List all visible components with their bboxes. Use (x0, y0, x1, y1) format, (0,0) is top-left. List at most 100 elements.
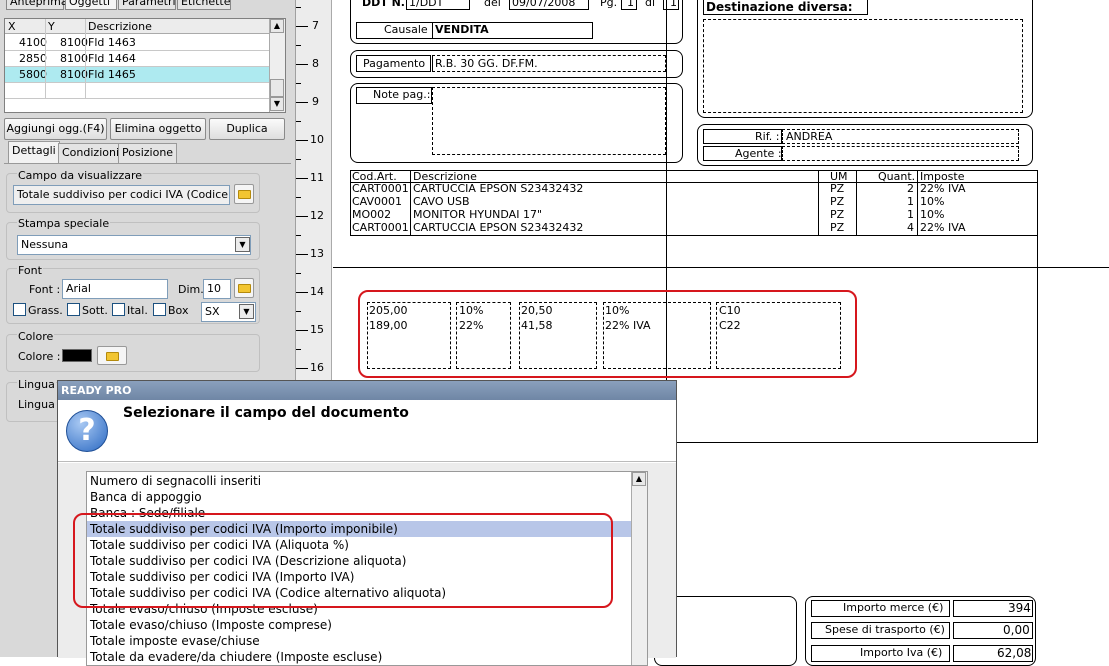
list-item[interactable]: Totale imposte evase/chiuse (90, 633, 260, 649)
cell-qty: 2 (907, 182, 914, 195)
col-y: Y (48, 20, 55, 33)
font-field[interactable]: Arial (62, 279, 168, 299)
top-tabs: Anteprima Oggetti Parametri Etichette (0, 0, 296, 10)
cell-desc: CARTUCCIA EPSON S23432432 (413, 182, 584, 195)
folder-icon[interactable] (234, 278, 254, 298)
ruler-label: 7 (312, 19, 319, 32)
list-item[interactable]: Banca di appoggio (90, 489, 202, 505)
color-swatch[interactable] (62, 349, 92, 362)
causale-label: Causale (384, 23, 428, 36)
cell-y: 8100 (60, 68, 88, 81)
total-label: Importo merce (€) (843, 601, 944, 614)
tab-parametri[interactable]: Parametri (118, 0, 176, 10)
table-col-line (856, 170, 857, 236)
campo-field[interactable]: Totale suddiviso per codici IVA (Codice (13, 185, 230, 205)
question-icon: ? (66, 410, 108, 452)
italic-checkbox[interactable] (112, 303, 125, 316)
list-item[interactable]: Totale evaso/chiuso (Imposte comprese) (90, 617, 332, 633)
ruler-tick (296, 102, 308, 103)
tab-etichette[interactable]: Etichette (177, 0, 231, 10)
scroll-down-icon[interactable]: ▼ (270, 97, 284, 111)
scroll-up-icon[interactable]: ▲ (632, 472, 646, 486)
grid-scrollbar[interactable]: ▲ ▼ (269, 19, 285, 112)
box-checkbox[interactable] (153, 303, 166, 316)
cell-desc: CAVO USB (413, 195, 470, 208)
cell-qty: 1 (907, 208, 914, 221)
underline-checkbox[interactable] (67, 303, 80, 316)
destinazione-field[interactable] (703, 19, 1023, 113)
underline-label: Sott. (82, 304, 108, 317)
tab-posizione[interactable]: Posizione (118, 143, 178, 163)
lingua-group-label: Lingua (17, 378, 56, 391)
dim-field[interactable]: 10 (203, 279, 231, 299)
field-divider (432, 22, 433, 39)
colore-label: Colore : (18, 350, 61, 363)
dialog-titlebar[interactable]: READY PRO (58, 381, 676, 400)
chevron-down-icon[interactable]: ▼ (235, 237, 250, 252)
ruler-tick (296, 216, 308, 217)
note-field[interactable] (432, 87, 666, 155)
cell-desc: CARTUCCIA EPSON S23432432 (413, 221, 584, 234)
ruler-label: 12 (310, 209, 324, 222)
del-label: del (484, 0, 501, 9)
tab-condizioni[interactable]: Condizioni (58, 143, 124, 163)
cell-um: PZ (830, 221, 845, 234)
ruler-tick (296, 349, 301, 350)
band-line (333, 267, 1109, 268)
cell-x: 2850 (19, 52, 47, 65)
ruler-tick (296, 140, 308, 141)
pg-value: 1 (627, 0, 634, 9)
list-item[interactable]: Numero di segnacolli inseriti (90, 473, 261, 489)
folder-icon[interactable] (97, 346, 127, 365)
table-col-line (917, 170, 918, 236)
cell-desc: Fld 1465 (88, 68, 136, 81)
tab-divider (4, 163, 291, 164)
total-value: 62,08 (997, 646, 1032, 660)
ruler-tick (296, 273, 301, 274)
bold-label: Grass. (28, 304, 63, 317)
pg-total: 1 (670, 0, 677, 9)
col-descrizione: Descrizione (88, 20, 152, 33)
cell-um: PZ (830, 182, 845, 195)
agente-field[interactable] (782, 146, 1019, 161)
dim-label: Dim. (178, 283, 204, 296)
cell-tax: 22% IVA (920, 182, 966, 195)
cell-x: 5800 (19, 68, 47, 81)
vertical-ruler: 7 8 9 10 11 12 13 14 15 16 (296, 0, 332, 380)
cell-um: PZ (830, 195, 845, 208)
objects-grid[interactable]: X Y Descrizione 4100 8100 Fld 1463 2850 … (4, 18, 286, 113)
list-item[interactable]: Totale da evadere/da chiudere (Imposte e… (90, 649, 382, 665)
ruler-tick (296, 197, 301, 198)
date-value: 09/07/2008 (512, 0, 576, 9)
stampa-label: Stampa speciale (17, 217, 111, 230)
ruler-tick (296, 292, 308, 293)
scroll-thumb[interactable] (270, 79, 284, 97)
table-col-line (818, 170, 819, 236)
ruler-tick (296, 368, 308, 369)
stampa-select[interactable]: Nessuna (17, 235, 251, 255)
add-object-button[interactable]: Aggiungi ogg.(F4) (4, 118, 107, 140)
destinazione-label: Destinazione diversa: (706, 0, 853, 14)
note-label: Note pag.: (373, 88, 431, 101)
ruler-tick (296, 254, 308, 255)
ruler-tick (296, 178, 308, 179)
tab-oggetti[interactable]: Oggetti (65, 0, 117, 10)
grid-divider (85, 19, 86, 99)
chevron-down-icon[interactable]: ▼ (239, 304, 254, 319)
scroll-up-icon[interactable]: ▲ (270, 19, 284, 33)
total-label: Spese di trasporto (€) (825, 623, 945, 636)
font-group-label: Font (17, 264, 43, 277)
tab-dettagli[interactable]: Dettagli (8, 141, 60, 163)
delete-object-button[interactable]: Elimina oggetto (110, 118, 206, 140)
ruler-tick (296, 330, 308, 331)
folder-icon[interactable] (234, 184, 254, 204)
cell-code: CART0001 (352, 182, 409, 195)
cell-tax: 22% IVA (920, 221, 966, 234)
bold-checkbox[interactable] (13, 303, 26, 316)
list-scrollbar[interactable]: ▲ (631, 472, 647, 665)
tab-anteprima[interactable]: Anteprima (6, 0, 68, 10)
cell-code: CAV0001 (352, 195, 403, 208)
duplicate-button[interactable]: Duplica (209, 118, 285, 140)
rif-value: ANDREA (786, 130, 833, 143)
ddt-label: DDT N. (362, 0, 405, 9)
